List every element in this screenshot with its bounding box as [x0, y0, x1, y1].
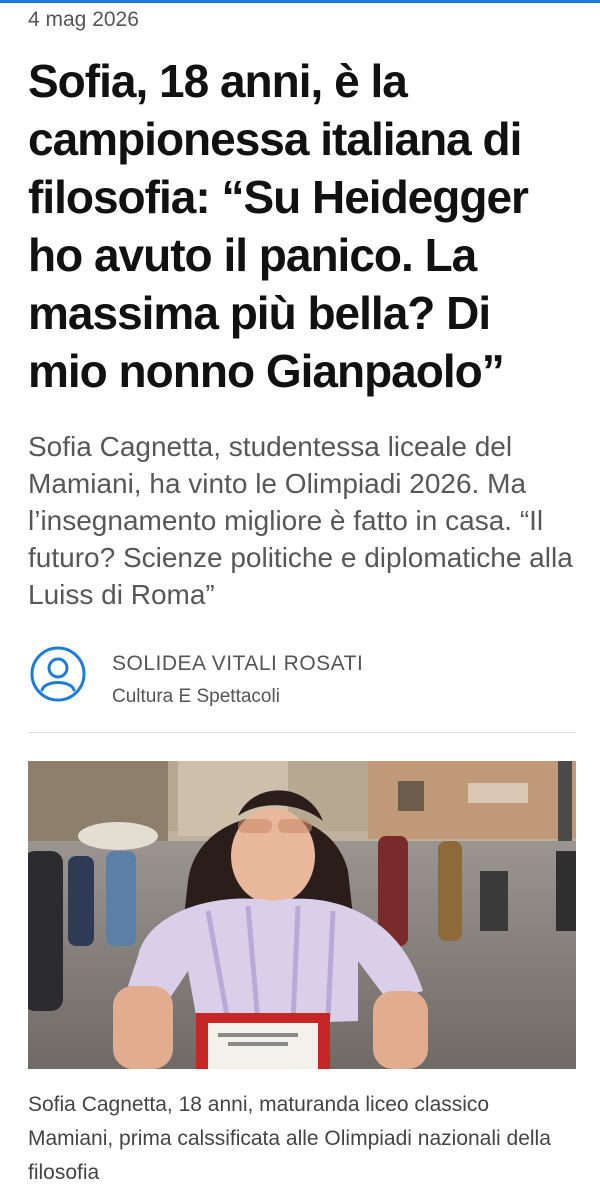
photo-illustration [28, 761, 576, 1069]
article-photo[interactable] [28, 761, 576, 1069]
divider [28, 732, 576, 733]
author-section[interactable]: Cultura E Spettacoli [112, 686, 280, 708]
photo-caption: Sofia Cagnetta, 18 anni, maturanda liceo… [28, 1093, 551, 1184]
article-summary: Sofia Cagnetta, studentessa liceale del … [28, 431, 573, 610]
author-name[interactable]: SOLIDEA VITALI ROSATI [112, 652, 363, 676]
user-circle-icon [30, 646, 86, 702]
top-accent-bar [0, 0, 600, 3]
article-headline: Sofia, 18 anni, è la campionessa italian… [28, 55, 529, 397]
author-row[interactable]: SOLIDEA VITALI ROSATI Cultura E Spettaco… [30, 646, 575, 708]
article-date: 4 mag 2026 [28, 8, 139, 31]
